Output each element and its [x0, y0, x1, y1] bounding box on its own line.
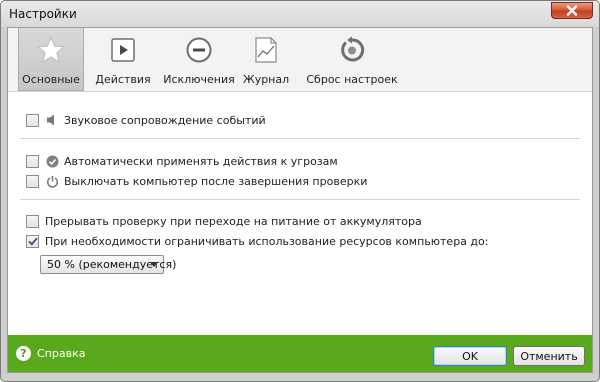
reset-icon — [341, 36, 365, 62]
shutdown-label: Выключать компьютер после завершения про… — [64, 174, 368, 188]
close-button[interactable] — [551, 2, 593, 19]
shutdown-setting[interactable]: Выключать компьютер после завершения про… — [26, 173, 367, 189]
settings-tabs: Основные Действия Исключения Журнал Сбро… — [8, 28, 592, 92]
tab-log-label: Журнал — [242, 73, 290, 86]
speaker-icon — [47, 114, 54, 126]
shutdown-checkbox[interactable] — [26, 174, 39, 188]
tab-exclusions[interactable]: Исключения — [159, 28, 239, 91]
battery-checkbox[interactable] — [26, 214, 39, 228]
auto-actions-setting[interactable]: Автоматически применять действия к угроз… — [26, 153, 338, 169]
window-title: Настройки — [9, 7, 77, 21]
chevron-down-icon — [150, 262, 158, 267]
sound-setting[interactable]: Звуковое сопровождение событий — [26, 112, 266, 128]
sound-checkbox[interactable] — [26, 113, 39, 127]
title-bar[interactable]: Настройки — [1, 1, 599, 27]
ok-button[interactable]: OK — [433, 346, 507, 366]
sound-label: Звуковое сопровождение событий — [64, 113, 266, 127]
tab-basic-label: Основные — [22, 73, 80, 86]
auto-actions-checkbox[interactable] — [26, 154, 39, 168]
tab-log[interactable]: Журнал — [240, 28, 292, 91]
battery-label: Прерывать проверку при переходе на питан… — [45, 214, 422, 228]
cancel-button[interactable]: Отменить — [513, 346, 585, 366]
star-icon — [37, 36, 65, 64]
limit-resources-setting[interactable]: При необходимости ограничивать использов… — [26, 233, 488, 249]
help-link[interactable]: Справка — [37, 347, 85, 360]
battery-setting[interactable]: Прерывать проверку при переходе на питан… — [26, 213, 422, 229]
tab-reset-label: Сброс настроек — [306, 73, 398, 86]
tab-reset[interactable]: Сброс настроек — [304, 28, 400, 91]
footer-bar: ? Справка OK Отменить — [8, 335, 592, 372]
client-area: Основные Действия Исключения Журнал Сбро… — [7, 27, 593, 373]
checkmark-icon — [27, 237, 38, 246]
auto-actions-label: Автоматически применять действия к угроз… — [64, 154, 338, 168]
resource-limit-dropdown[interactable]: 50 % (рекомендуется) — [40, 255, 176, 274]
settings-window: Настройки Основные Действия Исключения Ж… — [0, 0, 600, 382]
power-icon — [46, 175, 58, 188]
minus-circle-icon — [186, 37, 212, 63]
limit-resources-checkbox[interactable] — [26, 234, 39, 248]
tab-basic[interactable]: Основные — [18, 28, 84, 91]
play-icon — [111, 38, 135, 62]
limit-resources-label: При необходимости ограничивать использов… — [45, 234, 489, 248]
tab-exclusions-label: Исключения — [163, 73, 235, 86]
separator — [20, 138, 580, 139]
separator — [20, 199, 580, 200]
close-icon — [566, 5, 578, 16]
tab-actions-label: Действия — [95, 73, 151, 86]
help-icon[interactable]: ? — [16, 346, 31, 361]
check-circle-icon — [46, 155, 58, 167]
chart-icon — [255, 37, 277, 63]
tab-actions[interactable]: Действия — [92, 28, 154, 91]
